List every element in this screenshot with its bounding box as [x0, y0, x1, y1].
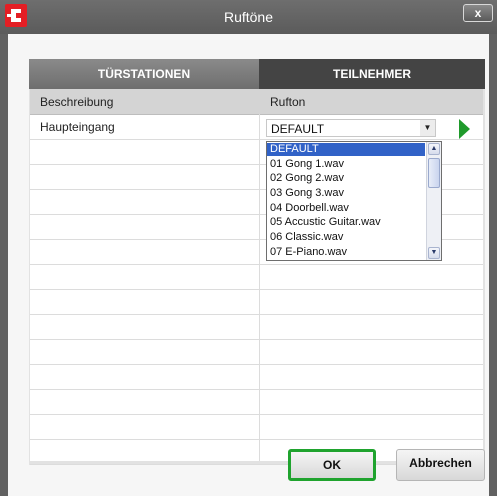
table-row-empty	[30, 290, 483, 315]
dialog-body: TÜRSTATIONEN TEILNEHMER Beschreibung Ruf…	[8, 34, 489, 496]
dropdown-option[interactable]: 05 Accustic Guitar.wav	[267, 216, 425, 229]
chevron-down-icon[interactable]: ▼	[420, 120, 435, 136]
scroll-thumb[interactable]	[428, 158, 440, 188]
column-header-ringtone: Rufton	[270, 95, 306, 109]
row-description: Haupteingang	[40, 120, 115, 134]
dropdown-option[interactable]: 03 Gong 3.wav	[267, 187, 425, 200]
ringtone-select[interactable]: DEFAULT ▼	[266, 119, 436, 137]
dropdown-scrollbar[interactable]: ▲ ▼	[426, 142, 441, 260]
table-row-empty	[30, 340, 483, 365]
column-divider	[259, 114, 260, 461]
tab-bar: TÜRSTATIONEN TEILNEHMER	[29, 59, 485, 89]
close-button[interactable]: x	[463, 4, 493, 22]
ringtone-select-value: DEFAULT	[271, 122, 325, 136]
dropdown-option[interactable]: 04 Doorbell.wav	[267, 202, 425, 215]
dropdown-option[interactable]: 01 Gong 1.wav	[267, 158, 425, 171]
table-header: Beschreibung Rufton	[30, 89, 483, 115]
title-bar[interactable]: Ruftöne x	[0, 0, 497, 34]
dropdown-option[interactable]: 06 Classic.wav	[267, 231, 425, 244]
window-title: Ruftöne	[223, 9, 274, 25]
table-row-empty	[30, 265, 483, 290]
ok-button[interactable]: OK	[288, 449, 376, 481]
tab-door-stations[interactable]: TÜRSTATIONEN	[29, 59, 259, 89]
dropdown-option[interactable]: 07 E-Piano.wav	[267, 246, 425, 259]
scroll-up-icon[interactable]: ▲	[428, 143, 440, 155]
table-row-empty	[30, 365, 483, 390]
dropdown-option[interactable]: 02 Gong 2.wav	[267, 172, 425, 185]
close-icon: x	[474, 6, 482, 20]
scroll-down-icon[interactable]: ▼	[428, 247, 440, 259]
cancel-button[interactable]: Abbrechen	[396, 449, 485, 481]
column-header-description: Beschreibung	[40, 95, 114, 109]
play-icon[interactable]	[459, 119, 470, 139]
table-row-empty	[30, 415, 483, 440]
table-row-empty	[30, 390, 483, 415]
tab-participants[interactable]: TEILNEHMER	[259, 59, 485, 89]
ringtone-dropdown-list[interactable]: DEFAULT 01 Gong 1.wav 02 Gong 2.wav 03 G…	[266, 141, 442, 261]
table-row-empty	[30, 315, 483, 340]
dropdown-option-default[interactable]: DEFAULT	[267, 143, 425, 156]
